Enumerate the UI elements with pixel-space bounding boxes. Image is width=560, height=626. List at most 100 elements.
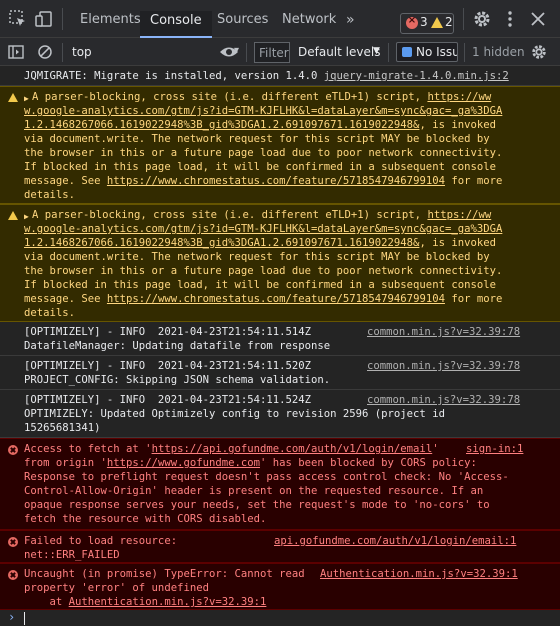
line: ' has been blocked by CORS policy:: [260, 457, 477, 469]
message-text: at Authentication.min.js?v=32.39:1: [24, 595, 522, 609]
origin-link[interactable]: https://www.gofundme.com: [107, 457, 260, 469]
line: Access to fetch at ': [24, 443, 152, 455]
toolbar-divider: [388, 43, 389, 62]
filter-input[interactable]: Filter: [254, 42, 290, 63]
close-icon[interactable]: [528, 9, 548, 29]
error-icon: ×: [406, 15, 418, 29]
script-link[interactable]: 1.2.1468267066.1619022948%3B_gid%3DGA1.2…: [24, 119, 419, 131]
message-text: net::ERR_FAILED: [24, 549, 120, 561]
prompt-chevron-icon: ›: [8, 610, 16, 624]
tab-console[interactable]: Console: [140, 11, 212, 38]
tab-sources[interactable]: Sources: [217, 12, 268, 39]
source-link[interactable]: sign-in:1: [466, 442, 523, 456]
line: from origin ': [24, 457, 107, 469]
warning-icon: [8, 211, 18, 220]
source-link[interactable]: api.gofundme.com/auth/v1/login/email:1: [274, 534, 516, 548]
message-text: If blocked in this page load, it will be…: [24, 279, 496, 291]
message-text: If blocked in this page load, it will be…: [24, 161, 496, 173]
tab-network[interactable]: Network: [282, 12, 336, 39]
line: for more: [444, 175, 503, 187]
message-text: details.: [24, 189, 76, 201]
script-link[interactable]: w.google-analytics.com/gtm/js?id=GTM-KJF…: [24, 223, 502, 235]
message-text: 1.2.1468267066.1619022948%3B_gid%3DGA1.2…: [24, 236, 522, 250]
warning-icon: [431, 17, 443, 28]
clear-console-icon[interactable]: [37, 44, 53, 60]
devtools-tabbar: Elements Console Sources Network » × 3 2: [0, 0, 560, 38]
levels-dropdown-icon[interactable]: ▼: [373, 46, 380, 56]
source-link[interactable]: common.min.js?v=32.39:78: [367, 359, 520, 373]
source-link[interactable]: common.min.js?v=32.39:78: [367, 393, 520, 407]
message-text: DatafileManager: Updating datafile from …: [24, 340, 331, 352]
console-message[interactable]: [OPTIMIZELY] - INFO 2021-04-23T21:54:11.…: [0, 322, 560, 356]
message-text: from origin 'https://www.gofundme.com' h…: [24, 456, 522, 470]
console-settings-gear-icon[interactable]: [530, 43, 548, 61]
console-warning[interactable]: ▶ A parser-blocking, cross site (i.e. di…: [0, 204, 560, 322]
toolbar-divider: [464, 43, 465, 62]
warning-count: 2: [445, 15, 453, 29]
more-tabs-icon[interactable]: »: [346, 12, 355, 28]
inspect-element-icon[interactable]: [8, 9, 28, 29]
message-text: property 'error' of undefined: [24, 582, 209, 594]
toolbar-divider: [62, 43, 63, 62]
device-toolbar-icon[interactable]: [34, 9, 54, 29]
message-text: the browser in this or a future page loa…: [24, 147, 503, 159]
message-text: w.google-analytics.com/gtm/js?id=GTM-KJF…: [24, 104, 522, 118]
more-options-icon[interactable]: [500, 9, 520, 29]
warning-icon: [8, 93, 18, 102]
issues-counter[interactable]: × 3 2: [400, 13, 454, 34]
message-text: Access to fetch at 'https://api.gofundme…: [24, 442, 522, 456]
error-icon: [8, 537, 18, 547]
script-link[interactable]: w.google-analytics.com/gtm/js?id=GTM-KJF…: [24, 105, 502, 117]
console-warning[interactable]: ▶ A parser-blocking, cross site (i.e. di…: [0, 86, 560, 204]
hidden-messages-count: 1 hidden: [472, 45, 525, 59]
console-error[interactable]: Uncaught (in promise) TypeError: Cannot …: [0, 563, 560, 610]
script-link[interactable]: https://ww: [427, 91, 491, 103]
script-link[interactable]: https://ww: [427, 209, 491, 221]
console-filterbar: top ▾ Filter Default levels ▼ No Issu 1 …: [0, 38, 560, 66]
source-link[interactable]: common.min.js?v=32.39:78: [367, 325, 520, 339]
settings-gear-icon[interactable]: [472, 9, 492, 29]
issues-icon: [402, 47, 412, 57]
line: , is invoked: [419, 119, 496, 131]
message-body: JQMIGRATE: Migrate is installed, version…: [24, 70, 324, 82]
error-icon: [8, 570, 18, 580]
console-message[interactable]: [OPTIMIZELY] - INFO 2021-04-23T21:54:11.…: [0, 356, 560, 390]
stack-trace-link[interactable]: Authentication.min.js?v=32.39:1: [69, 596, 267, 608]
toolbar-divider: [246, 43, 247, 62]
console-error[interactable]: Access to fetch at 'https://api.gofundme…: [0, 438, 560, 530]
show-sidebar-icon[interactable]: [8, 44, 24, 60]
toolbar-divider: [62, 8, 63, 30]
line: ': [432, 443, 439, 455]
message-text: 1.2.1468267066.1619022948%3B_gid%3DGA1.2…: [24, 118, 522, 132]
message-text: PROJECT_CONFIG: Skipping JSON schema val…: [24, 374, 331, 386]
message-text: via document.write. The network request …: [24, 251, 490, 263]
tab-elements[interactable]: Elements: [80, 12, 141, 39]
console-message[interactable]: [OPTIMIZELY] - INFO 2021-04-23T21:54:11.…: [0, 390, 560, 438]
error-count: 3: [420, 15, 428, 29]
issues-button[interactable]: No Issu: [396, 42, 458, 62]
console-output[interactable]: JQMIGRATE: Migrate is installed, version…: [0, 66, 560, 626]
line: A parser-blocking, cross site (i.e. diff…: [32, 209, 428, 221]
source-link[interactable]: Authentication.min.js?v=32.39:1: [320, 567, 518, 581]
live-expression-eye-icon[interactable]: [219, 45, 239, 59]
context-selector[interactable]: top: [72, 45, 92, 59]
chromestatus-link[interactable]: https://www.chromestatus.com/feature/571…: [107, 293, 445, 305]
message-text: Response to preflight request doesn't pa…: [24, 471, 509, 483]
console-message[interactable]: JQMIGRATE: Migrate is installed, version…: [0, 66, 560, 86]
line: message. See: [24, 175, 107, 187]
message-text: Control-Allow-Origin' header is present …: [24, 485, 484, 497]
chromestatus-link[interactable]: https://www.chromestatus.com/feature/571…: [107, 175, 445, 187]
message-text: A parser-blocking, cross site (i.e. diff…: [32, 208, 522, 222]
issues-label: No Issu: [416, 45, 458, 59]
source-link[interactable]: jquery-migrate-1.4.0.min.js:2: [324, 70, 509, 82]
line: , is invoked: [419, 237, 496, 249]
console-error[interactable]: Failed to load resource: api.gofundme.co…: [0, 530, 560, 563]
line: for more: [444, 293, 503, 305]
log-levels-dropdown[interactable]: Default levels: [298, 45, 380, 59]
script-link[interactable]: 1.2.1468267066.1619022948%3B_gid%3DGA1.2…: [24, 237, 419, 249]
console-prompt[interactable]: ›: [0, 610, 560, 626]
message-text: the browser in this or a future page loa…: [24, 265, 503, 277]
toolbar-divider: [463, 8, 464, 30]
request-url-link[interactable]: https://api.gofundme.com/auth/v1/login/e…: [152, 443, 433, 455]
message-text: 15265681341): [24, 422, 101, 434]
